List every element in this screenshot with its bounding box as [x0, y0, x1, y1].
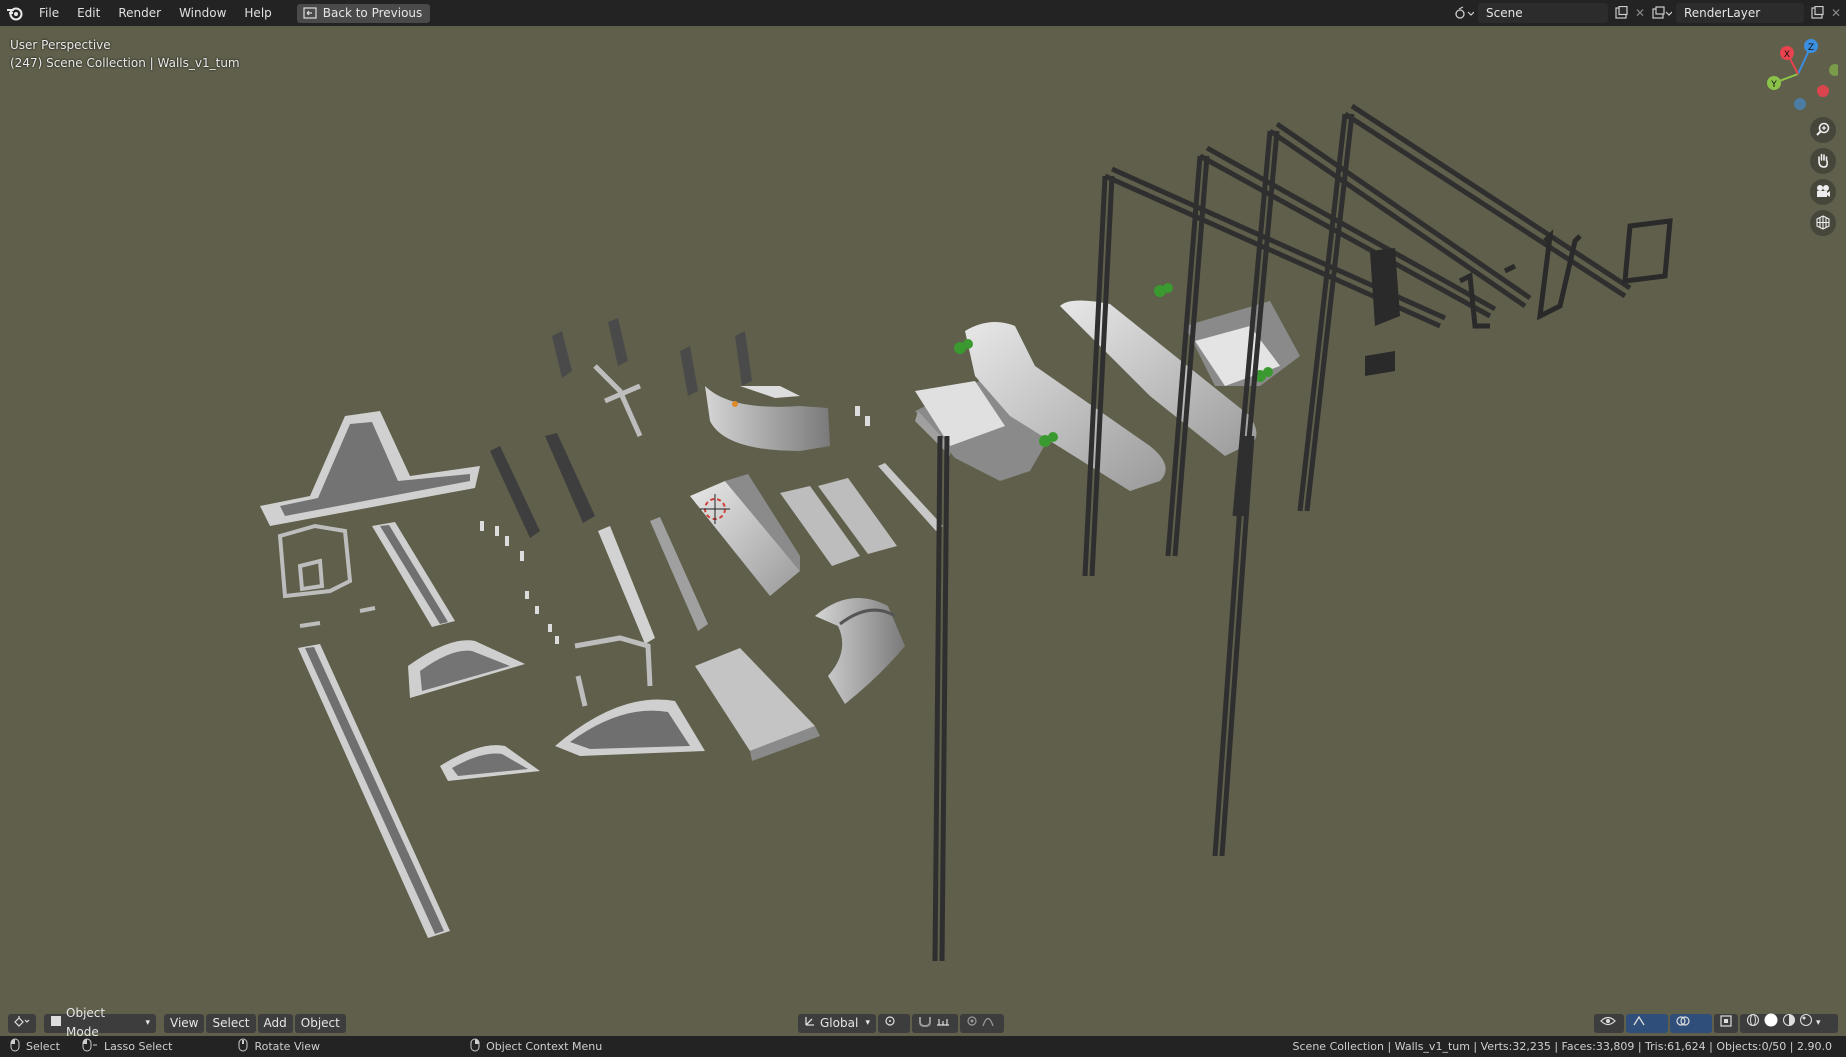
- overlays-icon: [1676, 1014, 1690, 1033]
- overlays-toggle[interactable]: [1670, 1013, 1712, 1033]
- mouse-right-icon: [470, 1038, 480, 1055]
- render-layer-icon[interactable]: [1648, 6, 1676, 20]
- gizmo-toggle[interactable]: [1626, 1013, 1668, 1033]
- pan-view-button[interactable]: [1810, 148, 1836, 174]
- pivot-icon: [884, 1014, 898, 1033]
- editor-type-button[interactable]: [8, 1013, 36, 1033]
- proportional-editing-toggle[interactable]: [960, 1013, 1004, 1033]
- status-context-menu-label: Object Context Menu: [486, 1040, 603, 1053]
- menu-help[interactable]: Help: [235, 0, 280, 26]
- pivot-point-dropdown[interactable]: [878, 1013, 910, 1033]
- navigation-gizmo[interactable]: Z Y X: [1758, 34, 1838, 114]
- object-mode-label: Object Mode: [66, 1006, 106, 1036]
- status-rotate: Rotate View: [238, 1038, 320, 1055]
- xray-toggle[interactable]: [1714, 1013, 1738, 1033]
- xray-icon: [1720, 1014, 1732, 1033]
- solid-shading-icon[interactable]: [1763, 1012, 1779, 1034]
- object-menu[interactable]: Object: [294, 1013, 346, 1033]
- object-mode-icon: [50, 1014, 62, 1033]
- editor-type-icon: [14, 1014, 30, 1033]
- 3d-viewport[interactable]: User Perspective (247) Scene Collection …: [0, 26, 1846, 1036]
- curb-outline-piece[interactable]: [277, 523, 376, 628]
- curved-wall-right[interactable]: [815, 598, 905, 704]
- top-bar: File Edit Render Window Help Back to Pre…: [0, 0, 1846, 26]
- zoom-icon: [1815, 121, 1831, 140]
- transform-orientation-label: Global: [820, 1015, 859, 1030]
- viewport-header: Object Mode ▾ View Select Add Object Glo…: [0, 1006, 1846, 1036]
- gizmo-y-label: Y: [1770, 80, 1777, 90]
- mouse-middle-icon: [238, 1038, 248, 1055]
- back-to-previous-label: Back to Previous: [322, 5, 423, 20]
- road-curve-small[interactable]: [440, 745, 540, 781]
- select-menu[interactable]: Select: [206, 1013, 256, 1033]
- hand-icon: [1815, 152, 1831, 171]
- wireframe-shading-icon[interactable]: [1746, 1013, 1760, 1033]
- narrow-wall[interactable]: [598, 517, 708, 644]
- status-lasso: Lasso Select: [82, 1038, 173, 1055]
- eye-icon: [1600, 1014, 1616, 1033]
- orientation-icon: [804, 1014, 816, 1033]
- render-layer-field[interactable]: RenderLayer: [1676, 3, 1804, 23]
- wall-frames[interactable]: [932, 103, 1632, 962]
- gizmo-icon: [1632, 1014, 1646, 1033]
- road-t-junction[interactable]: [260, 411, 480, 526]
- new-render-layer-icon[interactable]: [1806, 6, 1828, 20]
- status-select: Select: [10, 1038, 60, 1055]
- zoom-view-button[interactable]: [1810, 117, 1836, 143]
- falloff-icon: [982, 1014, 994, 1033]
- camera-view-button[interactable]: [1810, 179, 1836, 205]
- scene-statistics: Scene Collection | Walls_v1_tum | Verts:…: [1292, 1040, 1832, 1053]
- shading-mode-group: ▾: [1740, 1012, 1838, 1034]
- chevron-down-icon[interactable]: ▾: [1816, 1014, 1821, 1033]
- object-mode-dropdown[interactable]: Object Mode ▾: [44, 1006, 156, 1036]
- ortho-toggle-button[interactable]: [1810, 210, 1836, 236]
- gizmo-x-label: X: [1784, 50, 1790, 60]
- road-curve-segment[interactable]: [408, 640, 525, 698]
- scene-objects[interactable]: [0, 26, 1846, 1036]
- gizmo-z-label: Z: [1808, 43, 1814, 53]
- view-menu[interactable]: View: [164, 1013, 205, 1033]
- status-context-menu: Object Context Menu: [470, 1038, 602, 1055]
- menu-edit[interactable]: Edit: [68, 0, 109, 26]
- chevron-down-icon: ▾: [865, 1017, 870, 1028]
- close-render-layer-icon[interactable]: ✕: [1828, 6, 1844, 20]
- add-menu[interactable]: Add: [257, 1013, 293, 1033]
- road-curve-wide[interactable]: [555, 699, 705, 756]
- close-scene-icon[interactable]: ✕: [1632, 6, 1648, 20]
- menu-window[interactable]: Window: [170, 0, 235, 26]
- proportional-icon: [966, 1014, 978, 1033]
- new-scene-icon[interactable]: [1610, 6, 1632, 20]
- scene-name-field[interactable]: Scene: [1478, 3, 1608, 23]
- rendered-shading-icon[interactable]: [1799, 1013, 1813, 1033]
- screen-back-icon: [303, 7, 317, 19]
- slab-block[interactable]: [695, 648, 820, 761]
- scene-selector: Scene ✕: [1450, 3, 1648, 23]
- status-select-label: Select: [26, 1040, 60, 1053]
- back-to-previous-button[interactable]: Back to Previous: [296, 3, 431, 23]
- snap-increment-icon: [936, 1014, 950, 1033]
- transform-orientation-dropdown[interactable]: Global ▾: [798, 1013, 876, 1033]
- menu-file[interactable]: File: [30, 0, 68, 26]
- visibility-dropdown[interactable]: [1594, 1013, 1624, 1033]
- material-shading-icon[interactable]: [1782, 1013, 1796, 1033]
- mouse-left-icon: [10, 1038, 20, 1055]
- status-bar: Select Lasso Select Rotate View Object C…: [0, 1036, 1846, 1057]
- status-lasso-label: Lasso Select: [103, 1040, 173, 1053]
- chevron-down-icon: ▾: [145, 1017, 150, 1028]
- curved-barrier[interactable]: [705, 386, 830, 451]
- camera-icon: [1815, 183, 1831, 202]
- magnet-icon: [918, 1014, 932, 1033]
- scene-icon[interactable]: [1450, 6, 1478, 20]
- mouse-drag-icon: [82, 1038, 98, 1055]
- render-layer-selector: RenderLayer ✕: [1648, 3, 1844, 23]
- grid-icon: [1815, 214, 1831, 233]
- status-rotate-label: Rotate View: [254, 1040, 321, 1053]
- snap-toggle[interactable]: [912, 1013, 958, 1033]
- road-short-segment[interactable]: [372, 522, 455, 627]
- blender-logo-icon[interactable]: [0, 0, 30, 26]
- menu-render[interactable]: Render: [109, 0, 170, 26]
